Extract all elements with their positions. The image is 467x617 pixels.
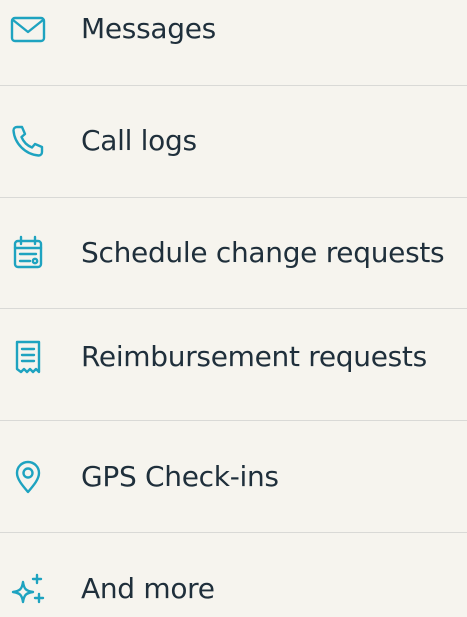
sparkles-icon: [8, 569, 48, 609]
list-item-label: Schedule change requests: [81, 236, 445, 269]
calendar-icon: [8, 233, 48, 273]
list-item-label: Messages: [81, 12, 216, 45]
list-item-label: GPS Check-ins: [81, 460, 279, 493]
divider: [0, 420, 467, 421]
divider: [0, 85, 467, 86]
envelope-icon: [8, 9, 48, 49]
list-item-label: And more: [81, 572, 215, 605]
divider: [0, 308, 467, 309]
divider: [0, 197, 467, 198]
receipt-icon: [8, 337, 48, 377]
list-item-label: Call logs: [81, 124, 197, 157]
divider: [0, 532, 467, 533]
list-item-gps-check-ins: GPS Check-ins: [0, 449, 467, 505]
list-item-and-more: And more: [0, 561, 467, 617]
phone-icon: [8, 121, 48, 161]
location-pin-icon: [8, 457, 48, 497]
list-item-messages: Messages: [0, 1, 467, 57]
list-item-call-logs: Call logs: [0, 113, 467, 169]
feature-list: Messages Call logs Schedule change reque…: [0, 0, 467, 607]
list-item-reimbursement-requests: Reimbursement requests: [0, 329, 467, 385]
list-item-schedule-change-requests: Schedule change requests: [0, 225, 467, 281]
list-item-label: Reimbursement requests: [81, 340, 427, 373]
